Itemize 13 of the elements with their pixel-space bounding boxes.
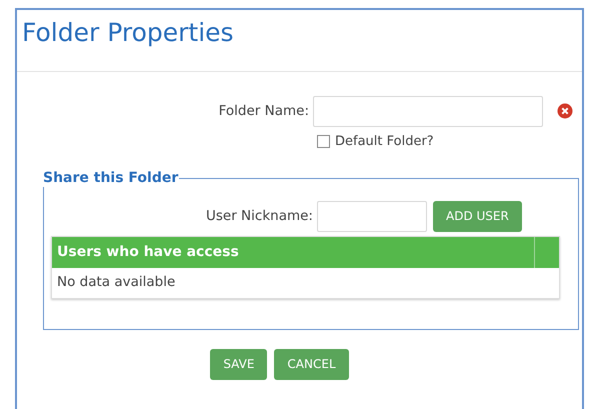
- default-folder-checkbox[interactable]: [317, 135, 330, 148]
- fieldset-legend: Share this Folder: [42, 168, 180, 186]
- dialog-button[interactable]: CANCEL: [274, 348, 349, 380]
- nickname-field[interactable]: [317, 200, 427, 232]
- field-label: Folder Name:: [218, 102, 310, 122]
- add-user-button[interactable]: ADD USER: [433, 200, 522, 232]
- empty-message: No data available: [56, 273, 176, 292]
- dialog-title: Folder Properties: [17, 10, 582, 72]
- checkbox-label: Default Folder?: [335, 133, 434, 151]
- dialog-button[interactable]: SAVE: [210, 348, 268, 380]
- field-label: User Nickname:: [205, 206, 314, 226]
- column-header: Users who have access: [52, 236, 535, 268]
- folder-name-field[interactable]: [313, 96, 543, 127]
